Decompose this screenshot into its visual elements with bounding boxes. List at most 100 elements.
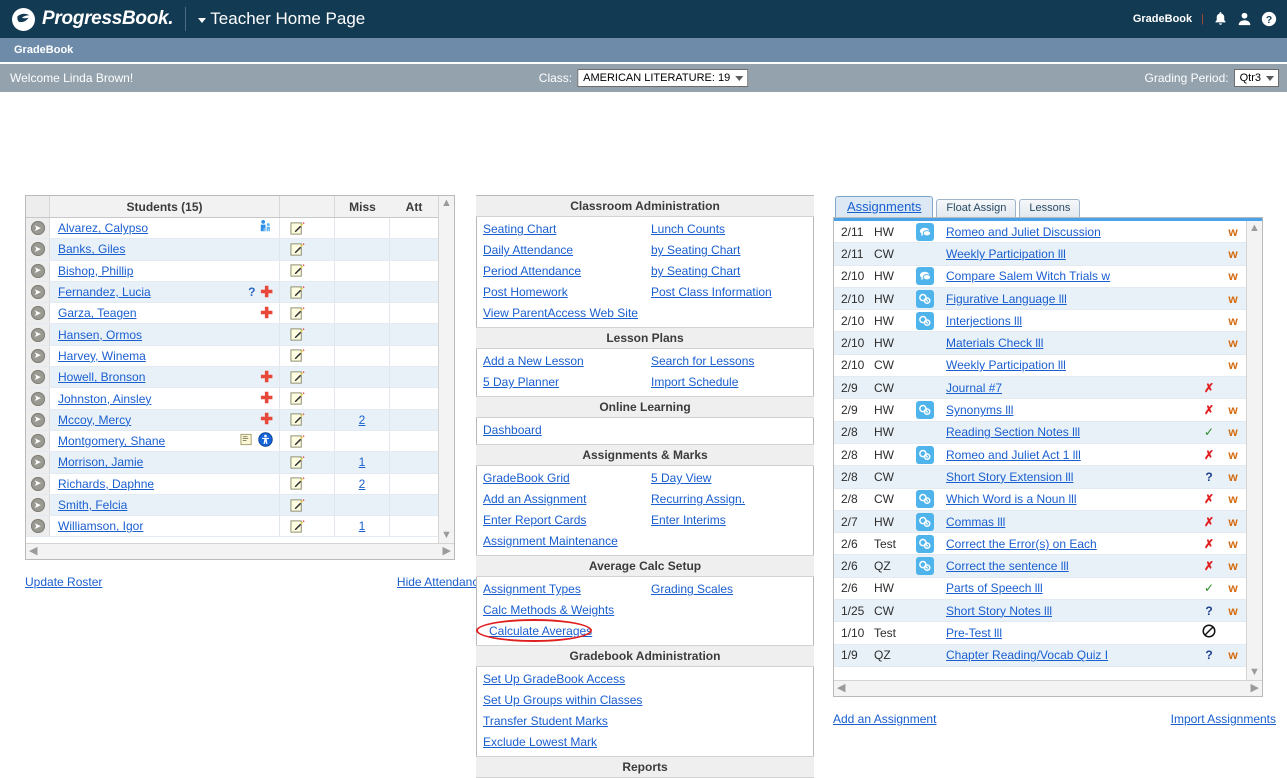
- assignment-name-link[interactable]: Weekly Participation lll: [946, 247, 1066, 261]
- assignment-name-link[interactable]: Correct the Error(s) on Each: [946, 537, 1097, 551]
- online-assignment-icon[interactable]: [916, 534, 934, 553]
- expand-student-button[interactable]: ➤: [30, 327, 45, 342]
- online-assignment-icon[interactable]: [916, 311, 934, 330]
- discussion-icon[interactable]: [916, 222, 934, 241]
- assignment-name-link[interactable]: Synonyms lll: [946, 403, 1013, 417]
- scroll-right-icon[interactable]: ▶: [1251, 683, 1259, 694]
- student-name-link[interactable]: Harvey, Winema: [58, 349, 146, 363]
- student-miss-link[interactable]: 1: [359, 455, 366, 469]
- student-name-link[interactable]: Mccoy, Mercy: [58, 413, 131, 427]
- app-logo[interactable]: ProgressBook.: [12, 7, 174, 31]
- expand-student-button[interactable]: ➤: [30, 498, 45, 512]
- assignment-name-link[interactable]: Short Story Extension lll: [946, 470, 1073, 484]
- edit-note-icon[interactable]: [290, 434, 305, 449]
- edit-note-icon[interactable]: [290, 391, 305, 406]
- menu-link-calculate-averages[interactable]: Calculate Averages: [483, 622, 592, 640]
- tab-assignments[interactable]: Assignments: [835, 196, 934, 217]
- student-name-link[interactable]: Howell, Bronson: [58, 370, 145, 384]
- student-name-link[interactable]: Montgomery, Shane: [58, 434, 165, 448]
- menu-link-5-day-planner[interactable]: 5 Day Planner: [477, 372, 645, 393]
- menu-link-by-seating-chart[interactable]: by Seating Chart: [645, 261, 813, 282]
- update-roster-link[interactable]: Update Roster: [25, 575, 102, 589]
- assignment-name-link[interactable]: Short Story Notes lll: [946, 604, 1052, 618]
- menu-link-gradebook-grid[interactable]: GradeBook Grid: [477, 468, 645, 489]
- assignment-name-link[interactable]: Reading Section Notes lll: [946, 425, 1080, 439]
- assignment-name-link[interactable]: Journal #7: [946, 381, 1002, 395]
- expand-student-button[interactable]: ➤: [30, 242, 45, 257]
- expand-student-button[interactable]: ➤: [30, 285, 45, 300]
- scroll-down-icon[interactable]: ▼: [441, 530, 452, 541]
- menu-link-post-class-information[interactable]: Post Class Information: [645, 282, 813, 303]
- assignment-name-link[interactable]: Interjections lll: [946, 314, 1022, 328]
- student-name-link[interactable]: Bishop, Phillip: [58, 264, 133, 278]
- add-an-assignment-link[interactable]: Add an Assignment: [833, 712, 936, 726]
- assignment-name-link[interactable]: Which Word is a Noun lll: [946, 492, 1077, 506]
- edit-note-icon[interactable]: [290, 370, 305, 385]
- assignment-name-link[interactable]: Chapter Reading/Vocab Quiz I: [946, 648, 1108, 662]
- tab-lessons[interactable]: Lessons: [1019, 199, 1081, 217]
- student-name-link[interactable]: Morrison, Jamie: [58, 455, 143, 469]
- class-select[interactable]: AMERICAN LITERATURE: 19: [577, 69, 749, 87]
- menu-link-assignment-types[interactable]: Assignment Types: [477, 579, 645, 600]
- online-assignment-icon[interactable]: [916, 557, 934, 576]
- menu-link-set-up-gradebook-access[interactable]: Set Up GradeBook Access: [477, 669, 813, 690]
- assignment-name-link[interactable]: Compare Salem Witch Trials w: [946, 269, 1110, 283]
- edit-note-icon[interactable]: [290, 221, 305, 236]
- edit-note-icon[interactable]: [290, 285, 305, 300]
- menu-link-post-homework[interactable]: Post Homework: [477, 282, 645, 303]
- student-name-link[interactable]: Smith, Felcia: [58, 498, 127, 512]
- bell-icon[interactable]: [1213, 11, 1228, 27]
- student-name-link[interactable]: Williamson, Igor: [58, 519, 143, 533]
- menu-link-enter-report-cards[interactable]: Enter Report Cards: [477, 510, 645, 531]
- expand-student-button[interactable]: ➤: [30, 391, 45, 406]
- grading-period-select[interactable]: Qtr3: [1233, 69, 1279, 87]
- student-name-link[interactable]: Banks, Giles: [58, 242, 125, 256]
- expand-student-button[interactable]: ➤: [30, 455, 45, 470]
- scroll-up-icon[interactable]: ▲: [441, 198, 452, 209]
- expand-student-button[interactable]: ➤: [30, 221, 45, 236]
- menu-link-dashboard[interactable]: Dashboard: [477, 420, 813, 441]
- assignment-name-link[interactable]: Weekly Participation lll: [946, 358, 1066, 372]
- student-miss-link[interactable]: 2: [359, 477, 366, 491]
- online-assignment-icon[interactable]: [916, 512, 934, 531]
- discussion-icon[interactable]: [916, 267, 934, 286]
- scroll-down-icon[interactable]: ▼: [1249, 667, 1260, 678]
- student-name-link[interactable]: Johnston, Ainsley: [58, 392, 151, 406]
- scroll-left-icon[interactable]: ◀: [837, 683, 845, 694]
- edit-note-icon[interactable]: [290, 519, 305, 534]
- menu-link-add-an-assignment[interactable]: Add an Assignment: [477, 489, 645, 510]
- hide-attendance-link[interactable]: Hide Attendance: [397, 575, 485, 589]
- menu-link-import-schedule[interactable]: Import Schedule: [645, 372, 813, 393]
- edit-note-icon[interactable]: [290, 242, 305, 257]
- assignment-name-link[interactable]: Pre-Test lll: [946, 626, 1002, 640]
- assignment-name-link[interactable]: Parts of Speech lll: [946, 581, 1043, 595]
- menu-link-calc-methods-weights[interactable]: Calc Methods & Weights: [477, 600, 813, 621]
- scroll-right-icon[interactable]: ▶: [443, 546, 451, 557]
- expand-student-button[interactable]: ➤: [30, 348, 45, 363]
- edit-note-icon[interactable]: [290, 327, 305, 342]
- student-name-link[interactable]: Richards, Daphne: [58, 477, 154, 491]
- assignment-name-link[interactable]: Figurative Language lll: [946, 292, 1067, 306]
- menu-link-daily-attendance[interactable]: Daily Attendance: [477, 240, 645, 261]
- edit-note-icon[interactable]: [290, 263, 305, 278]
- import-assignments-link[interactable]: Import Assignments: [1171, 712, 1276, 726]
- student-name-link[interactable]: Garza, Teagen: [58, 306, 137, 320]
- menu-link-seating-chart[interactable]: Seating Chart: [477, 219, 645, 240]
- menu-link-view-parentaccess-web-site[interactable]: View ParentAccess Web Site: [477, 303, 813, 324]
- edit-note-icon[interactable]: [290, 348, 305, 363]
- edit-note-icon[interactable]: [290, 455, 305, 470]
- scroll-left-icon[interactable]: ◀: [29, 546, 37, 557]
- edit-note-icon[interactable]: [290, 476, 305, 491]
- assignment-name-link[interactable]: Romeo and Juliet Discussion: [946, 225, 1101, 239]
- expand-student-button[interactable]: ➤: [30, 370, 45, 385]
- expand-student-button[interactable]: ➤: [30, 412, 45, 427]
- menu-link-transfer-student-marks[interactable]: Transfer Student Marks: [477, 711, 813, 732]
- menu-link-grading-scales[interactable]: Grading Scales: [645, 579, 813, 600]
- assignments-vertical-scrollbar[interactable]: ▲ ▼: [1246, 221, 1262, 680]
- page-title-menu[interactable]: Teacher Home Page: [198, 9, 365, 29]
- menu-link-exclude-lowest-mark[interactable]: Exclude Lowest Mark: [477, 732, 813, 753]
- menu-link-enter-interims[interactable]: Enter Interims: [645, 510, 813, 531]
- students-horizontal-scrollbar[interactable]: ◀ ▶: [26, 543, 454, 559]
- students-vertical-scrollbar[interactable]: ▲ ▼: [438, 196, 454, 543]
- expand-student-button[interactable]: ➤: [30, 434, 45, 449]
